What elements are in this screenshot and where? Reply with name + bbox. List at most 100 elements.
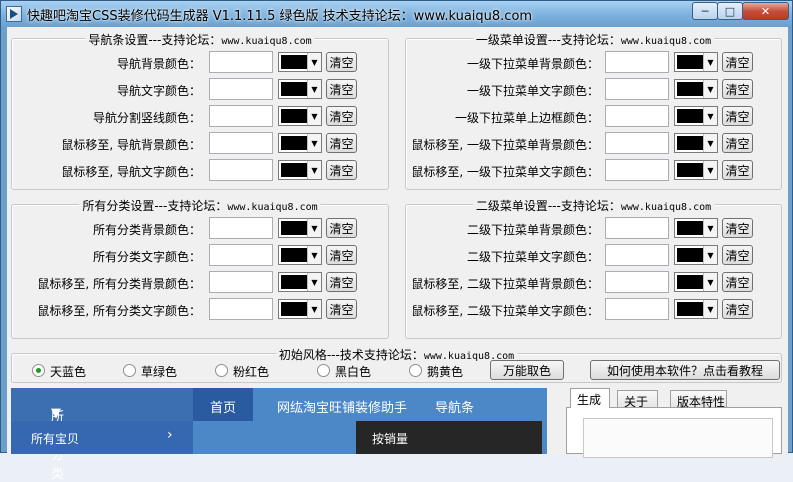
clear-button[interactable]: 清空 [326,160,357,180]
tutorial-button[interactable]: 如何使用本软件？点击看教程 [590,360,780,380]
color-swatch [281,82,307,96]
color-hex-input[interactable] [209,244,273,266]
window-title: 快趣吧淘宝CSS装修代码生成器 V1.1.11.5 绿色版 技术支持论坛：www… [27,9,533,24]
dropdown-arrow-icon: ▼ [307,300,321,318]
nav-settings-url: www.kuaiqu8.com [221,36,312,47]
nav-color-row: 导航背景颜色： ▼ 清空 [12,51,388,73]
color-dropdown[interactable]: ▼ [278,245,322,265]
color-dropdown[interactable]: ▼ [674,133,718,153]
color-dropdown[interactable]: ▼ [278,299,322,319]
tab-about[interactable]: 关于 [617,390,658,409]
close-button[interactable]: ✕ [742,2,789,20]
color-dropdown[interactable]: ▼ [674,272,718,292]
nav-color-row: 导航分割竖线颜色： ▼ 清空 [12,105,388,127]
color-hex-input[interactable] [209,271,273,293]
color-hex-input[interactable] [605,51,669,73]
allcat-settings-title-text: 所有分类设置---支持论坛： [82,199,228,213]
clear-button[interactable]: 清空 [326,52,357,72]
dropdown-arrow-icon: ▼ [307,134,321,152]
color-dropdown[interactable]: ▼ [278,160,322,180]
menu1-color-row: 一级下拉菜单文字颜色： ▼ 清空 [406,78,781,100]
color-label: 所有分类文字颜色： [92,250,201,264]
color-dropdown[interactable]: ▼ [674,106,718,126]
clear-button[interactable]: 清空 [326,245,357,265]
clear-button[interactable]: 清空 [722,160,753,180]
allcat-color-row: 鼠标移至, 所有分类文字颜色： ▼ 清空 [12,298,388,320]
color-dropdown[interactable]: ▼ [674,218,718,238]
tab-generate[interactable]: 生成 [570,388,610,408]
color-hex-input[interactable] [605,78,669,100]
style-radio-label: 草绿色 [141,365,178,379]
color-dropdown[interactable]: ▼ [278,218,322,238]
color-dropdown[interactable]: ▼ [674,79,718,99]
color-hex-input[interactable] [209,217,273,239]
color-dropdown[interactable]: ▼ [278,79,322,99]
color-dropdown[interactable]: ▼ [278,133,322,153]
color-hex-input[interactable] [209,105,273,127]
menu1-settings-title-text: 一级菜单设置---支持论坛： [475,33,621,47]
title-bar[interactable]: 快趣吧淘宝CSS装修代码生成器 V1.1.11.5 绿色版 技术支持论坛：www… [1,1,792,27]
preview-nav-shop-helper[interactable]: 网纮淘宝旺铺装修助手 [263,388,413,421]
app-icon [6,6,22,22]
color-dropdown[interactable]: ▼ [278,52,322,72]
color-hex-input[interactable] [209,132,273,154]
preview-nav-navbar[interactable]: 导航条 [414,388,484,421]
color-dropdown[interactable]: ▼ [278,272,322,292]
clear-button[interactable]: 清空 [326,272,357,292]
dropdown-arrow-icon: ▼ [307,53,321,71]
dropdown-arrow-icon: ▼ [307,246,321,264]
preview-nav-home[interactable]: 首页 [193,388,253,421]
color-label: 二级下拉菜单文字颜色： [466,250,599,264]
color-hex-input[interactable] [605,159,669,181]
tab-version-features[interactable]: 版本特性 [670,390,727,409]
preview-sub-item[interactable]: 所有宝贝 › [11,421,193,454]
color-hex-input[interactable] [605,271,669,293]
color-hex-input[interactable] [605,105,669,127]
nav-color-row: 导航文字颜色： ▼ 清空 [12,78,388,100]
style-radio-label: 天蓝色 [50,365,87,379]
color-label: 一级下拉菜单上边框颜色： [454,111,599,125]
maximize-button[interactable]: □ [717,2,743,20]
clear-button[interactable]: 清空 [722,218,753,238]
clear-button[interactable]: 清空 [722,106,753,126]
clear-button[interactable]: 清空 [722,52,753,72]
color-hex-input[interactable] [209,159,273,181]
color-hex-input[interactable] [605,244,669,266]
clear-button[interactable]: 清空 [326,133,357,153]
menu2-settings-group: 二级菜单设置---支持论坛：www.kuaiqu8.com 二级下拉菜单背景颜色… [405,197,782,339]
clear-button[interactable]: 清空 [326,106,357,126]
color-hex-input[interactable] [605,132,669,154]
preview-dropdown-item[interactable]: 按销量 [356,421,542,454]
color-dropdown[interactable]: ▼ [674,52,718,72]
menu2-settings-title-text: 二级菜单设置---支持论坛： [475,199,621,213]
clear-button[interactable]: 清空 [722,299,753,319]
clear-button[interactable]: 清空 [722,133,753,153]
color-hex-input[interactable] [605,217,669,239]
clear-button[interactable]: 清空 [326,79,357,99]
preview-all-categories[interactable]: 所有分类 ▼ [11,388,193,482]
clear-button[interactable]: 清空 [722,245,753,265]
menu1-color-row: 鼠标移至, 一级下拉菜单背景颜色： ▼ 清空 [406,132,781,154]
clear-button[interactable]: 清空 [326,299,357,319]
color-hex-input[interactable] [209,51,273,73]
dropdown-arrow-icon: ▼ [307,161,321,179]
allcat-color-row: 鼠标移至, 所有分类背景颜色： ▼ 清空 [12,271,388,293]
color-dropdown[interactable]: ▼ [674,245,718,265]
clear-button[interactable]: 清空 [722,272,753,292]
color-dropdown[interactable]: ▼ [674,160,718,180]
clear-button[interactable]: 清空 [326,218,357,238]
color-hex-input[interactable] [209,298,273,320]
color-label: 鼠标移至, 导航背景颜色： [61,138,201,152]
color-hex-input[interactable] [605,298,669,320]
color-hex-input[interactable] [209,78,273,100]
color-swatch [677,221,703,235]
nav-color-row: 鼠标移至, 导航文字颜色： ▼ 清空 [12,159,388,181]
generated-code-area[interactable] [583,418,773,458]
clear-button[interactable]: 清空 [722,79,753,99]
color-dropdown[interactable]: ▼ [278,106,322,126]
color-swatch [281,248,307,262]
color-dropdown[interactable]: ▼ [674,299,718,319]
color-picker-button[interactable]: 万能取色 [490,360,564,380]
minimize-button[interactable]: ─ [692,2,718,20]
menu1-color-row: 一级下拉菜单背景颜色： ▼ 清空 [406,51,781,73]
